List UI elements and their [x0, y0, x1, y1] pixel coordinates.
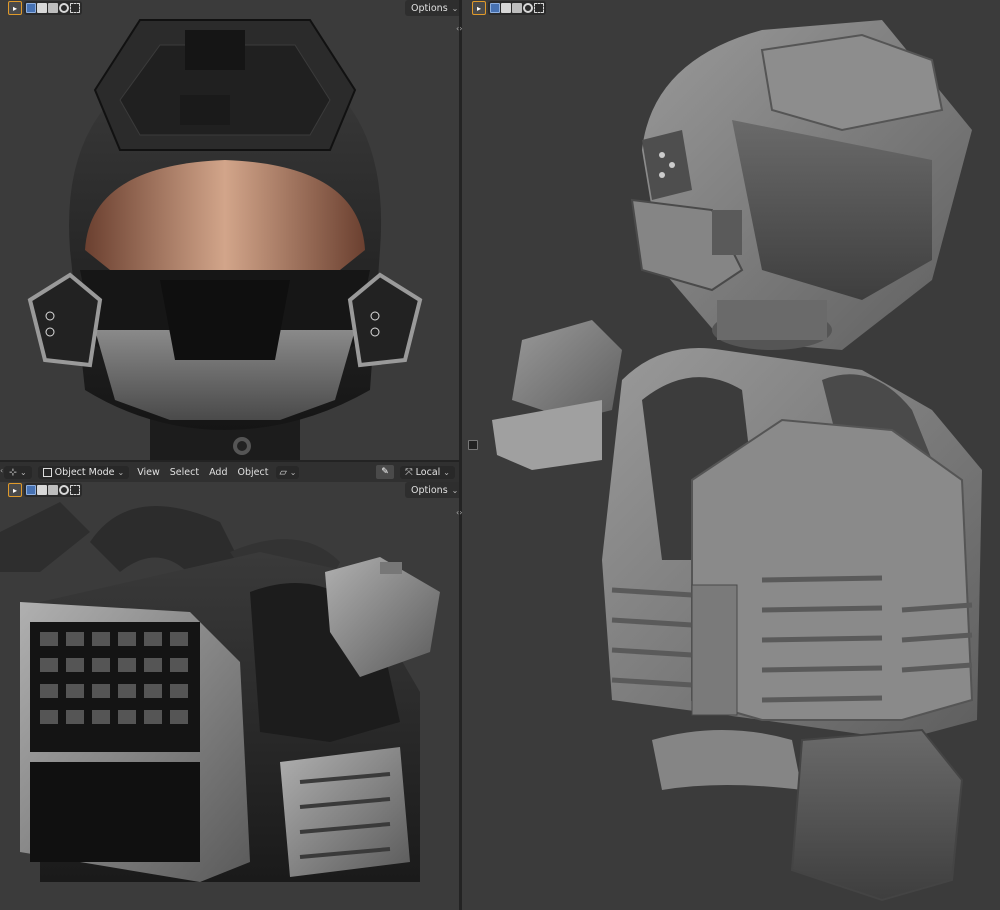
area-divider-horizontal[interactable] — [0, 460, 459, 462]
viewport-right[interactable]: ▸ — [462, 0, 1000, 910]
menu-view[interactable]: View — [135, 467, 162, 478]
mode-subtract-icon[interactable] — [48, 485, 58, 495]
mode-dropdown[interactable]: Object Mode ⌄ — [37, 465, 130, 479]
header-tools-right: ▸ — [472, 0, 546, 16]
header-tools-bottom-left: ▸ — [8, 482, 82, 498]
mode-extend-icon[interactable] — [37, 485, 47, 495]
select-box-icon[interactable]: ▸ — [8, 483, 22, 497]
transform-orientation-label: Local — [415, 466, 441, 478]
mode-intersect-icon[interactable] — [70, 3, 80, 13]
menu-add[interactable]: Add — [207, 467, 229, 478]
mode-extend-icon[interactable] — [37, 3, 47, 13]
menu-object[interactable]: Object — [235, 467, 270, 478]
chevron-down-icon: ⌄ — [451, 485, 459, 495]
chevron-down-icon: ⌄ — [451, 3, 459, 13]
orientation-icon: ▱ — [279, 466, 287, 478]
viewport-top-left[interactable]: ▸ Options ⌄ — [0, 0, 459, 460]
viewport-bottom-left[interactable] — [0, 462, 459, 910]
editor-type-dropdown[interactable]: ⊹ ⌄ — [4, 465, 32, 479]
object-mode-icon — [42, 467, 52, 477]
mode-new-icon[interactable] — [26, 3, 36, 13]
mode-invert-icon[interactable] — [523, 3, 533, 13]
chevron-down-icon: ⌄ — [19, 467, 27, 477]
local-axes-icon: ⤧ — [405, 466, 413, 478]
collapse-arrow-icon[interactable]: ‹ — [0, 466, 3, 475]
chevron-down-icon: ⌄ — [117, 467, 125, 477]
region-toggle-icon[interactable]: ‹› — [456, 24, 462, 33]
vest-render — [0, 502, 440, 882]
chevron-down-icon: ⌄ — [289, 467, 297, 477]
chevron-down-icon: ⌄ — [443, 467, 450, 477]
mode-new-icon[interactable] — [26, 485, 36, 495]
selection-mode-toggles[interactable] — [24, 1, 82, 15]
mode-subtract-icon[interactable] — [512, 3, 522, 13]
area-divider-vertical[interactable] — [459, 0, 462, 910]
select-box-icon[interactable]: ▸ — [8, 1, 22, 15]
mode-extend-icon[interactable] — [501, 3, 511, 13]
options-dropdown-bottom-left[interactable]: Options ⌄ — [405, 482, 465, 498]
orientation-icon-dropdown[interactable]: ▱ ⌄ — [276, 465, 300, 479]
sidebar-toggle-icon[interactable] — [468, 440, 478, 450]
mode-intersect-icon[interactable] — [534, 3, 544, 13]
options-label: Options — [411, 484, 448, 496]
header-tools-top-left: ▸ — [8, 0, 82, 16]
mode-label: Object Mode — [54, 466, 115, 478]
helmet-front-render — [27, 19, 423, 460]
mode-invert-icon[interactable] — [59, 3, 69, 13]
eyedropper-icon[interactable]: ✎ — [376, 465, 395, 479]
options-label: Options — [411, 2, 448, 14]
transform-orientation-dropdown[interactable]: ⤧ Local ⌄ — [400, 465, 455, 479]
selection-mode-toggles[interactable] — [24, 483, 82, 497]
transform-icon: ⊹ — [9, 466, 17, 478]
options-dropdown-top-left[interactable]: Options ⌄ — [405, 0, 459, 16]
mode-subtract-icon[interactable] — [48, 3, 58, 13]
selection-mode-toggles[interactable] — [488, 1, 546, 15]
viewport-header-bottom-left: ⊹ ⌄ Object Mode ⌄ View Select Add Object … — [0, 462, 459, 482]
region-toggle-icon[interactable]: ‹› — [456, 508, 462, 517]
menu-select[interactable]: Select — [168, 467, 201, 478]
armor-three-quarter-render — [492, 20, 982, 902]
mode-invert-icon[interactable] — [59, 485, 69, 495]
select-box-icon[interactable]: ▸ — [472, 1, 486, 15]
mode-new-icon[interactable] — [490, 3, 500, 13]
mode-intersect-icon[interactable] — [70, 485, 80, 495]
